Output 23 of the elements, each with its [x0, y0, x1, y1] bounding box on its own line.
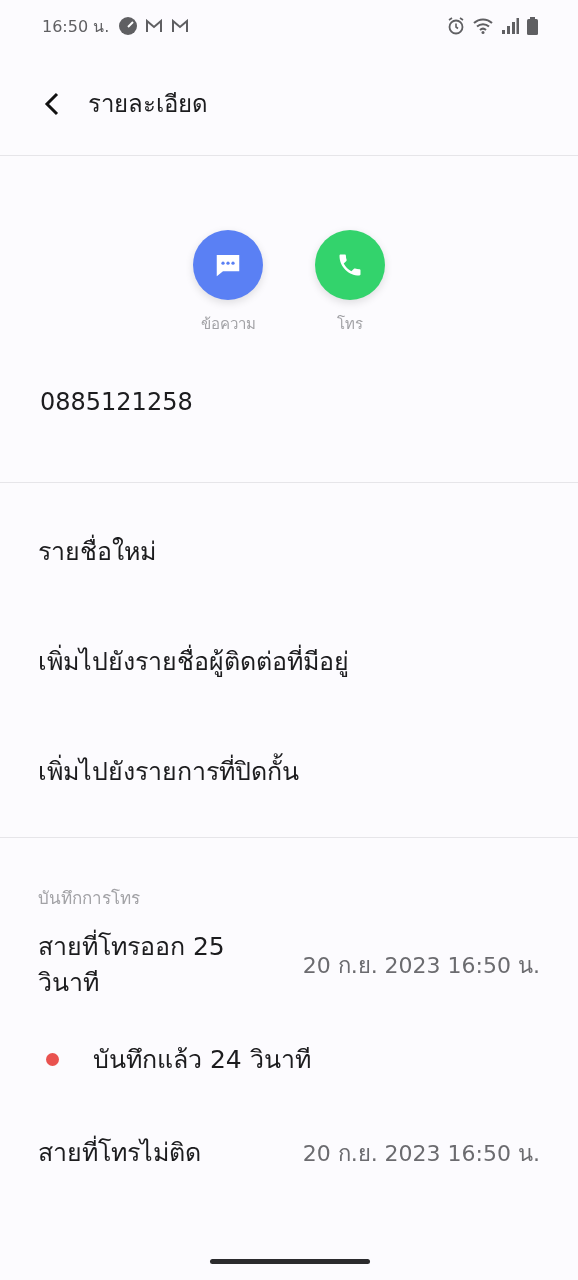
- signal-icon: [501, 18, 519, 34]
- mail-icon: [145, 19, 164, 33]
- menu-item[interactable]: เพิ่มไปยังรายการที่ปิดกั้น: [0, 717, 578, 827]
- recording-label: บันทึกแล้ว 24 วินาที: [93, 1044, 311, 1076]
- alarm-icon: [447, 17, 465, 35]
- section-title: บันทึกการโทร: [38, 888, 140, 908]
- call-button[interactable]: [315, 230, 385, 300]
- call-time: 20 ก.ย. 2023 16:50 น.: [302, 951, 540, 980]
- status-time: 16:50 น.: [42, 15, 110, 38]
- phone-number: 0885121258: [40, 388, 193, 416]
- menu-item[interactable]: รายชื่อใหม่: [0, 497, 578, 607]
- battery-icon: [527, 17, 538, 35]
- action-label: โทร: [337, 314, 363, 335]
- call-time: 20 ก.ย. 2023 16:50 น.: [302, 1139, 540, 1168]
- mail-icon: [171, 19, 190, 33]
- call-type: สายที่โทรออก 25 วินาที: [38, 928, 226, 999]
- wifi-icon: [473, 18, 493, 34]
- page-title: รายละเอียด: [88, 89, 208, 120]
- call-type: สายที่โทรไม่ติด: [38, 1134, 202, 1169]
- speedometer-icon: [119, 17, 138, 35]
- menu-item[interactable]: เพิ่มไปยังรายชื่อผู้ติดต่อที่มีอยู่: [0, 607, 578, 717]
- message-button[interactable]: [193, 230, 263, 300]
- action-label: ข้อความ: [200, 314, 256, 335]
